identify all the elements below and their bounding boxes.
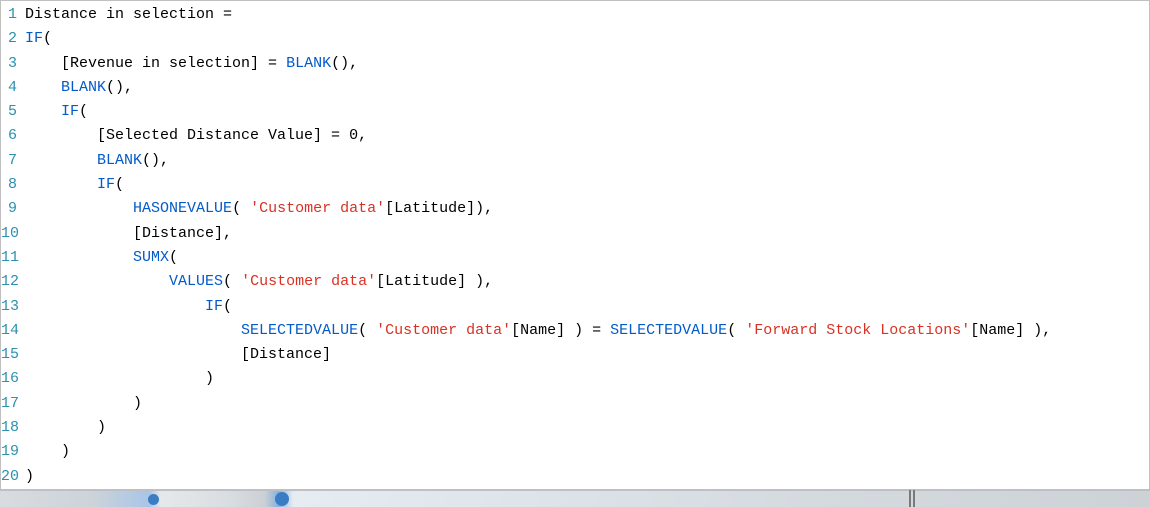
code-token: (	[727, 322, 745, 339]
line-number: 16	[1, 367, 17, 391]
line-number: 15	[1, 343, 17, 367]
code-token: SUMX	[133, 249, 169, 266]
code-line[interactable]: SELECTEDVALUE( 'Customer data'[Name] ) =…	[25, 319, 1149, 343]
code-token: 0	[349, 127, 358, 144]
code-token: (),	[106, 79, 133, 96]
code-line[interactable]: )	[25, 465, 1149, 489]
code-token: 'Forward Stock Locations'	[745, 322, 970, 339]
line-number-gutter: 1234567891011121314151617181920	[1, 1, 21, 489]
code-line[interactable]: )	[25, 392, 1149, 416]
code-token: [Revenue in selection] =	[61, 55, 286, 72]
line-number: 1	[1, 3, 17, 27]
code-content-area[interactable]: Distance in selection =IF( [Revenue in s…	[21, 1, 1149, 489]
code-line[interactable]: )	[25, 416, 1149, 440]
code-token: (	[115, 176, 124, 193]
code-token: IF	[205, 298, 223, 315]
map-marker-icon	[275, 492, 289, 506]
code-line[interactable]: [Distance]	[25, 343, 1149, 367]
code-token: ,	[358, 127, 367, 144]
code-token: )	[133, 395, 142, 412]
divider-bar	[909, 490, 911, 507]
code-token: SELECTEDVALUE	[610, 322, 727, 339]
code-line[interactable]: IF(	[25, 173, 1149, 197]
code-line[interactable]: [Distance],	[25, 222, 1149, 246]
code-line[interactable]: [Selected Distance Value] = 0,	[25, 124, 1149, 148]
code-token: )	[25, 468, 34, 485]
line-number: 18	[1, 416, 17, 440]
line-number: 11	[1, 246, 17, 270]
line-number: 8	[1, 173, 17, 197]
line-number: 2	[1, 27, 17, 51]
map-marker-icon	[148, 494, 159, 505]
code-token: IF	[25, 30, 43, 47]
code-token: BLANK	[61, 79, 106, 96]
code-line[interactable]: )	[25, 440, 1149, 464]
code-token: BLANK	[286, 55, 331, 72]
code-line[interactable]: BLANK(),	[25, 149, 1149, 173]
code-token: [Latitude] ),	[376, 273, 493, 290]
line-number: 13	[1, 295, 17, 319]
code-token: 'Customer data'	[376, 322, 511, 339]
line-number: 6	[1, 124, 17, 148]
line-number: 7	[1, 149, 17, 173]
code-token: IF	[97, 176, 115, 193]
dax-formula-editor[interactable]: 1234567891011121314151617181920 Distance…	[0, 0, 1150, 490]
code-token: SELECTEDVALUE	[241, 322, 358, 339]
code-token: 'Customer data'	[241, 273, 376, 290]
line-number: 14	[1, 319, 17, 343]
line-number: 9	[1, 197, 17, 221]
code-line[interactable]: HASONEVALUE( 'Customer data'[Latitude]),	[25, 197, 1149, 221]
line-number: 12	[1, 270, 17, 294]
code-line[interactable]: SUMX(	[25, 246, 1149, 270]
code-token: (	[223, 298, 232, 315]
code-line[interactable]: )	[25, 367, 1149, 391]
code-token: Distance in selection =	[25, 6, 232, 23]
code-line[interactable]: [Revenue in selection] = BLANK(),	[25, 52, 1149, 76]
code-token: IF	[61, 103, 79, 120]
code-line[interactable]: IF(	[25, 27, 1149, 51]
code-line[interactable]: Distance in selection =	[25, 3, 1149, 27]
code-token: [Latitude]),	[385, 200, 493, 217]
code-token: HASONEVALUE	[133, 200, 232, 217]
divider-bar	[913, 490, 915, 507]
code-token: )	[61, 443, 70, 460]
line-number: 4	[1, 76, 17, 100]
code-token: (),	[142, 152, 169, 169]
code-line[interactable]: IF(	[25, 100, 1149, 124]
line-number: 20	[1, 465, 17, 489]
line-number: 19	[1, 440, 17, 464]
code-token: BLANK	[97, 152, 142, 169]
background-footer-strip	[0, 490, 1150, 507]
code-line[interactable]: IF(	[25, 295, 1149, 319]
code-token: (	[223, 273, 241, 290]
code-token: )	[205, 370, 214, 387]
line-number: 17	[1, 392, 17, 416]
line-number: 5	[1, 100, 17, 124]
code-token: [Name] ) =	[511, 322, 610, 339]
code-token: (	[232, 200, 250, 217]
code-token: [Distance],	[133, 225, 232, 242]
code-token: [Name] ),	[970, 322, 1051, 339]
code-token: (	[79, 103, 88, 120]
code-token: (	[43, 30, 52, 47]
code-token: 'Customer data'	[250, 200, 385, 217]
line-number: 3	[1, 52, 17, 76]
code-line[interactable]: VALUES( 'Customer data'[Latitude] ),	[25, 270, 1149, 294]
line-number: 10	[1, 222, 17, 246]
code-token: [Selected Distance Value] =	[97, 127, 349, 144]
code-token: (),	[331, 55, 358, 72]
code-token: [Distance]	[241, 346, 331, 363]
code-token: )	[97, 419, 106, 436]
code-token: VALUES	[169, 273, 223, 290]
code-line[interactable]: BLANK(),	[25, 76, 1149, 100]
code-token: (	[358, 322, 376, 339]
code-token: (	[169, 249, 178, 266]
